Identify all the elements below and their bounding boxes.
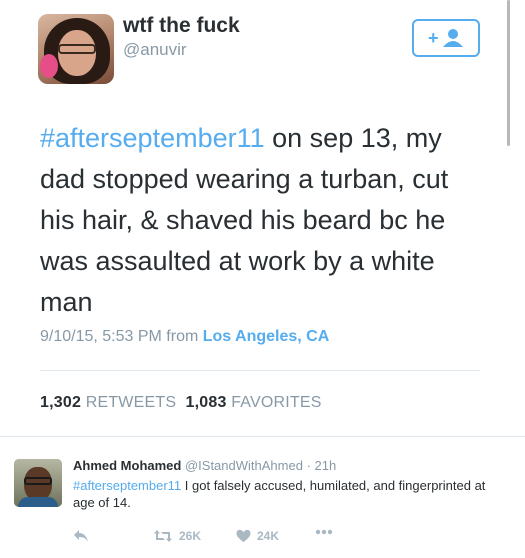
favorite-label: FAVORITES — [231, 394, 322, 411]
tweet-metadata: 9/10/15, 5:53 PM from Los Angeles, CA — [40, 328, 329, 346]
divider — [40, 370, 480, 371]
reply-tweet[interactable]: Ahmed Mohamed @IStandWithAhmed · 21h #af… — [0, 436, 525, 558]
reply-avatar[interactable] — [14, 459, 62, 507]
retweet-icon — [153, 529, 173, 543]
reply-timestamp[interactable]: 21h — [315, 458, 337, 473]
profile-avatar[interactable] — [38, 14, 114, 84]
retweet-count: 26K — [179, 529, 202, 543]
tweet-timestamp: 9/10/15, 5:53 PM from — [40, 328, 203, 345]
like-count: 24K — [257, 529, 280, 543]
author-handle[interactable]: @anuvir — [123, 40, 187, 60]
reply-author-handle[interactable]: @IStandWithAhmed — [185, 458, 303, 473]
retweet-label: RETWEETS — [85, 394, 177, 411]
reply-header: Ahmed Mohamed @IStandWithAhmed · 21h — [73, 458, 336, 473]
separator-dot: · — [306, 458, 311, 473]
tweet-actions: 26K 24K — [73, 529, 363, 545]
reply-arrow-icon — [73, 529, 89, 543]
svg-text:+: + — [428, 28, 439, 48]
retweet-button[interactable]: 26K — [153, 529, 201, 543]
heart-icon — [236, 529, 251, 543]
retweet-count[interactable]: 1,302 — [40, 394, 81, 411]
tweet-stats: 1,302 RETWEETS 1,083 FAVORITES — [40, 394, 322, 412]
reply-author-name[interactable]: Ahmed Mohamed — [73, 458, 181, 473]
more-button[interactable] — [315, 529, 333, 535]
follow-plus-icon: + — [426, 27, 466, 49]
favorite-count[interactable]: 1,083 — [186, 394, 227, 411]
tweet-location[interactable]: Los Angeles, CA — [203, 328, 330, 345]
scrollbar[interactable] — [497, 0, 525, 436]
hashtag-link[interactable]: #afterseptember11 — [40, 123, 265, 153]
more-dots-icon — [315, 529, 333, 535]
like-button[interactable]: 24K — [236, 529, 279, 543]
tweet-text: #afterseptember11 on sep 13, my dad stop… — [40, 118, 490, 323]
author-display-name[interactable]: wtf the fuck — [123, 14, 240, 38]
scrollbar-thumb[interactable] — [507, 0, 510, 146]
embedded-tweet-screenshot: wtf the fuck @anuvir + #afterseptember11… — [0, 0, 497, 436]
follow-button[interactable]: + — [412, 19, 480, 57]
reply-hashtag-link[interactable]: #afterseptember11 — [73, 478, 181, 493]
reply-text: #afterseptember11 I got falsely accused,… — [73, 477, 493, 511]
reply-button[interactable] — [73, 529, 89, 543]
